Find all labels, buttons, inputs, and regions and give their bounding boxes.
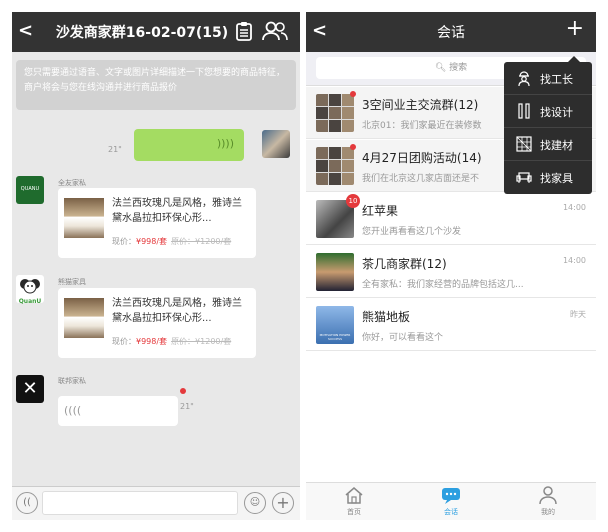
conversation-name: 茶几商家群(12) bbox=[362, 257, 447, 271]
conversation-item[interactable]: 10 红苹果 您开业再看看这几个沙发 14:00 bbox=[306, 193, 596, 245]
my-avatar[interactable] bbox=[262, 130, 290, 158]
sender-name: 联邦家私 bbox=[58, 377, 86, 385]
menu-item-find-designer[interactable]: 找设计 bbox=[504, 95, 592, 128]
search-icon: 🔍︎ bbox=[434, 63, 447, 73]
sender-name: 全友家私 bbox=[58, 179, 86, 187]
tab-mine[interactable]: 我的 bbox=[518, 485, 578, 517]
voice-wave-icon: )))) bbox=[216, 137, 234, 150]
conversation-name: 熊猫地板 bbox=[362, 310, 411, 324]
conversation-name: 3空间业主交流群(12) bbox=[362, 98, 479, 112]
product-image bbox=[64, 298, 104, 338]
contact-avatar bbox=[316, 253, 354, 291]
chat-title: 沙发商家群16-02-07(15) bbox=[55, 25, 229, 41]
conversations-header: < 会话 + bbox=[306, 12, 596, 52]
unread-dot bbox=[180, 388, 186, 394]
group-members-icon[interactable] bbox=[262, 20, 288, 46]
chat-header: < 沙发商家群16-02-07(15) bbox=[12, 12, 300, 52]
plus-icon[interactable]: + bbox=[272, 492, 294, 514]
home-icon bbox=[324, 485, 384, 507]
conversation-time: 14:00 bbox=[562, 256, 586, 265]
sender-name: 熊猫家具 bbox=[58, 278, 86, 286]
ruler-pencil-icon bbox=[516, 103, 532, 119]
worker-icon bbox=[516, 70, 532, 87]
menu-item-find-furniture[interactable]: 找家具 bbox=[504, 161, 592, 194]
product-description: 法兰西玫瑰凡是风格，雅诗兰黛水晶拉扣环保心形... bbox=[112, 198, 242, 224]
sender-avatar-xiongmao[interactable]: QuanU bbox=[16, 275, 44, 305]
conversation-preview: 你好，可以看看这个 bbox=[362, 333, 444, 343]
conversation-time: 昨天 bbox=[570, 310, 586, 319]
product-price: 现价：¥998/套 原价：¥1200/套 bbox=[112, 237, 232, 246]
back-icon[interactable]: < bbox=[18, 20, 33, 42]
menu-item-find-materials[interactable]: 找建材 bbox=[504, 128, 592, 161]
sender-avatar-lianbang[interactable]: ✕ bbox=[16, 375, 44, 403]
menu-item-find-foreman[interactable]: 找工长 bbox=[504, 62, 592, 95]
conversation-item[interactable]: MOTIVATION POWER SUCCESS 熊猫地板 你好，可以看看这个 … bbox=[306, 299, 596, 351]
my-voice-message[interactable]: )))) bbox=[134, 129, 244, 161]
product-card[interactable]: 法兰西玫瑰凡是风格，雅诗兰黛水晶拉扣环保心形... 现价：¥998/套 原价：¥1… bbox=[58, 288, 256, 358]
product-price: 现价：¥998/套 原价：¥1200/套 bbox=[112, 337, 232, 346]
add-icon[interactable]: + bbox=[566, 16, 584, 42]
product-card[interactable]: 法兰西玫瑰凡是风格，雅诗兰黛水晶拉扣环保心形... 现价：¥998/套 原价：¥1… bbox=[58, 188, 256, 258]
product-image bbox=[64, 198, 104, 238]
conversation-preview: 您开业再看看这几个沙发 bbox=[362, 227, 462, 237]
tab-conversations[interactable]: 会话 bbox=[421, 485, 481, 517]
group-avatar bbox=[316, 147, 354, 185]
voice-wave-icon: (((( bbox=[64, 404, 82, 417]
chat-screen: < 沙发商家群16-02-07(15) 您只需要通过语音、文字或图片详细描述一下… bbox=[12, 12, 300, 520]
contact-avatar: MOTIVATION POWER SUCCESS bbox=[316, 306, 354, 344]
clipboard-icon[interactable] bbox=[234, 20, 254, 46]
tab-home[interactable]: 首页 bbox=[324, 485, 384, 517]
conversation-time: 14:00 bbox=[562, 203, 586, 212]
add-menu: 找工长 找设计 找建材 找家具 bbox=[504, 62, 592, 194]
person-icon bbox=[518, 485, 578, 507]
voice-duration: 21" bbox=[180, 402, 194, 411]
sender-avatar-quanyou[interactable]: QUANU bbox=[16, 176, 44, 204]
unread-dot bbox=[350, 144, 356, 150]
chat-icon bbox=[421, 485, 481, 507]
conversation-name: 4月27日团购活动(14) bbox=[362, 151, 482, 165]
voice-toggle-icon[interactable]: (( bbox=[16, 492, 38, 514]
voice-duration: 21" bbox=[108, 145, 122, 154]
quanu-logo-text: QuanU bbox=[18, 298, 42, 305]
message-input[interactable] bbox=[42, 491, 238, 515]
page-title: 会话 bbox=[437, 25, 465, 41]
conversation-preview: 全有家私：我们家经营的品牌包括这几... bbox=[362, 280, 524, 290]
bottom-tab-bar: 首页 会话 我的 bbox=[306, 482, 596, 520]
conversation-item[interactable]: 茶几商家群(12) 全有家私：我们家经营的品牌包括这几... 14:00 bbox=[306, 246, 596, 298]
chat-input-bar: (( ☺ + bbox=[12, 486, 300, 520]
unread-dot bbox=[350, 91, 356, 97]
group-avatar bbox=[316, 94, 354, 132]
sofa-icon bbox=[516, 169, 532, 185]
product-description: 法兰西玫瑰凡是风格，雅诗兰黛水晶拉扣环保心形... bbox=[112, 298, 242, 324]
emoji-icon[interactable]: ☺ bbox=[244, 492, 266, 514]
conversations-screen: < 会话 + 🔍︎ 搜索 3空间业主交流群(12) 北京01：我们家最近在装修数… bbox=[306, 12, 596, 520]
voice-message[interactable]: (((( bbox=[58, 396, 178, 426]
unread-badge: 10 bbox=[346, 194, 360, 208]
grid-tiles-icon bbox=[516, 136, 532, 152]
chat-notice: 您只需要通过语音、文字或图片详细描述一下您想要的商品特征，商户将会与您在线沟通并… bbox=[16, 60, 296, 110]
conversation-name: 红苹果 bbox=[362, 204, 399, 218]
